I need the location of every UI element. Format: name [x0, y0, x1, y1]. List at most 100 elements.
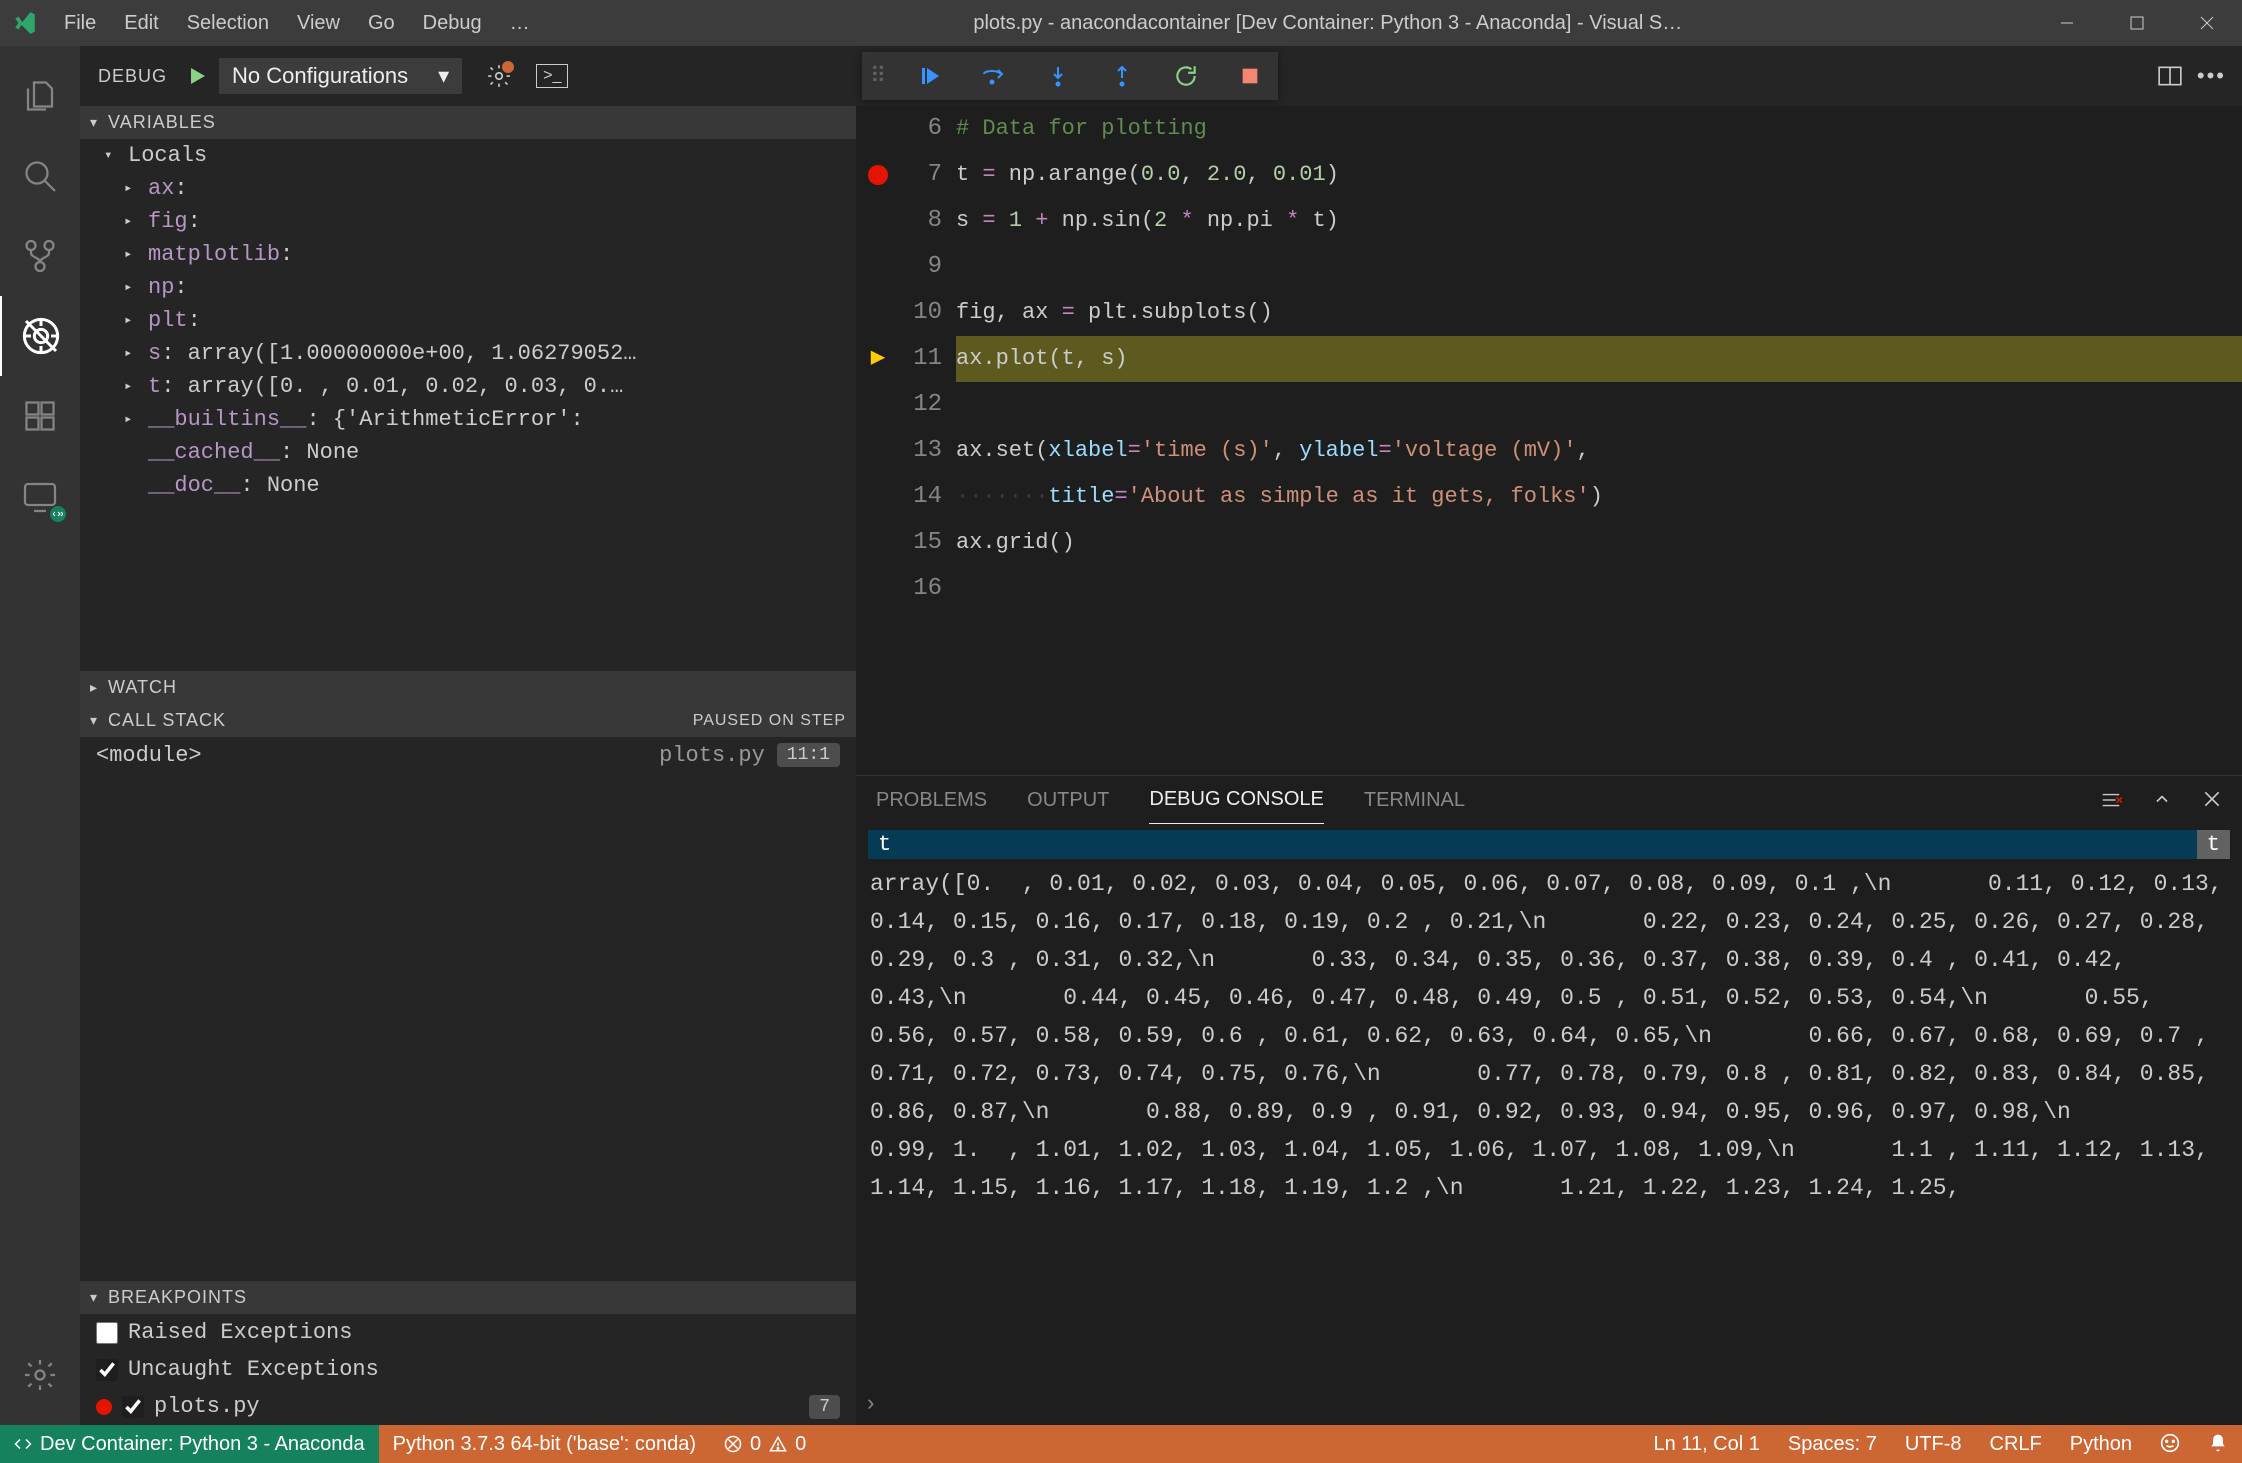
debug-console-prompt[interactable]: ›	[856, 1384, 2242, 1425]
variable-row[interactable]: ▸__builtins__: {'ArithmeticError':	[80, 403, 856, 436]
menu-go[interactable]: Go	[354, 0, 409, 46]
bp-checkbox[interactable]	[122, 1396, 144, 1418]
debug-controls: ⠿	[862, 52, 1278, 100]
stop-button[interactable]	[1230, 52, 1270, 100]
status-feedback-icon[interactable]	[2146, 1433, 2194, 1453]
variable-row[interactable]: ▸np:	[80, 271, 856, 304]
variables-section-header[interactable]: ▾VARIABLES	[80, 106, 856, 139]
split-editor-button[interactable]	[2157, 63, 2183, 89]
status-eol-label: CRLF	[1990, 1433, 2042, 1456]
callstack-frame-file: plots.py	[659, 743, 765, 768]
locals-scope[interactable]: ▾Locals	[80, 139, 856, 172]
restart-button[interactable]	[1166, 52, 1206, 100]
drag-grip-icon[interactable]: ⠿	[870, 63, 886, 89]
step-over-button[interactable]	[974, 52, 1014, 100]
explorer-tab[interactable]	[0, 56, 80, 136]
step-into-button[interactable]	[1038, 52, 1078, 100]
variable-row[interactable]: __doc__: None	[80, 469, 856, 502]
debug-console-badge: t	[2197, 830, 2230, 859]
tab-terminal[interactable]: TERMINAL	[1364, 777, 1465, 824]
continue-button[interactable]	[910, 52, 950, 100]
status-position-label: Ln 11, Col 1	[1654, 1433, 1760, 1456]
menu-edit[interactable]: Edit	[110, 0, 172, 46]
close-button[interactable]	[2172, 0, 2242, 46]
watch-section-header[interactable]: ▸WATCH	[80, 671, 856, 704]
activity-bar	[0, 46, 80, 1425]
bp-uncaught-exceptions[interactable]: Uncaught Exceptions	[80, 1351, 856, 1388]
bp-checkbox[interactable]	[96, 1359, 118, 1381]
debug-config-dropdown[interactable]: No Configurations ▾	[219, 58, 462, 94]
callstack-section-header[interactable]: ▾CALL STACK PAUSED ON STEP	[80, 704, 856, 737]
source-control-tab[interactable]	[0, 216, 80, 296]
step-out-button[interactable]	[1102, 52, 1142, 100]
more-actions-button[interactable]: •••	[2197, 63, 2226, 89]
search-tab[interactable]	[0, 136, 80, 216]
tab-problems[interactable]: PROBLEMS	[876, 777, 987, 824]
bp-label: Uncaught Exceptions	[128, 1357, 379, 1382]
status-warnings: 0	[795, 1433, 806, 1456]
debug-settings-button[interactable]	[486, 63, 512, 89]
variable-row[interactable]: ▸plt:	[80, 304, 856, 337]
menu-view[interactable]: View	[283, 0, 354, 46]
callstack-status: PAUSED ON STEP	[693, 712, 846, 730]
variable-row[interactable]: ▸fig:	[80, 205, 856, 238]
status-encoding[interactable]: UTF-8	[1891, 1433, 1976, 1456]
watch-title: WATCH	[108, 677, 177, 698]
settings-gear-icon[interactable]	[0, 1335, 80, 1415]
debug-label: DEBUG	[90, 66, 175, 87]
status-python-label: Python 3.7.3 64-bit ('base': conda)	[393, 1433, 696, 1456]
variable-row[interactable]: ▸s: array([1.00000000e+00, 1.06279052…	[80, 337, 856, 370]
status-errors: 0	[750, 1433, 761, 1456]
variable-row[interactable]: ▸t: array([0. , 0.01, 0.02, 0.03, 0.…	[80, 370, 856, 403]
menu-bar: File Edit Selection View Go Debug …	[50, 0, 544, 46]
menu-selection[interactable]: Selection	[173, 0, 283, 46]
bp-file[interactable]: plots.py 7	[80, 1388, 856, 1425]
code-editor[interactable]: ▶ 678910111213141516 # Data for plotting…	[856, 106, 2242, 775]
breakpoint-dot-icon[interactable]	[868, 165, 888, 185]
breakpoints-title: BREAKPOINTS	[108, 1287, 247, 1308]
variable-row[interactable]: ▸matplotlib:	[80, 238, 856, 271]
status-bar: Dev Container: Python 3 - Anaconda Pytho…	[0, 1425, 2242, 1463]
minimize-button[interactable]	[2032, 0, 2102, 46]
variables-body: ▾Locals ▸ax: ▸fig: ▸matplotlib: ▸np: ▸pl…	[80, 139, 856, 671]
extensions-tab[interactable]	[0, 376, 80, 456]
tab-output[interactable]: OUTPUT	[1027, 777, 1109, 824]
maximize-button[interactable]	[2102, 0, 2172, 46]
title-bar: File Edit Selection View Go Debug … plot…	[0, 0, 2242, 46]
tab-debug-console[interactable]: DEBUG CONSOLE	[1149, 776, 1323, 824]
status-remote[interactable]: Dev Container: Python 3 - Anaconda	[0, 1425, 379, 1463]
breakpoint-dot-icon	[96, 1399, 112, 1415]
bp-checkbox[interactable]	[96, 1322, 118, 1344]
status-python[interactable]: Python 3.7.3 64-bit ('base': conda)	[379, 1425, 710, 1463]
bp-label: Raised Exceptions	[128, 1320, 352, 1345]
start-debug-button[interactable]	[185, 64, 209, 88]
status-language-label: Python	[2070, 1433, 2132, 1456]
panel-tabs: PROBLEMS OUTPUT DEBUG CONSOLE TERMINAL	[856, 776, 2242, 824]
menu-debug[interactable]: Debug	[409, 0, 496, 46]
debug-console-toggle-icon[interactable]: >_	[536, 64, 568, 88]
bp-raised-exceptions[interactable]: Raised Exceptions	[80, 1314, 856, 1351]
variable-row[interactable]: __cached__: None	[80, 436, 856, 469]
debug-console: t t array([0. , 0.01, 0.02, 0.03, 0.04, …	[856, 824, 2242, 1384]
panel-close-button[interactable]	[2202, 789, 2222, 811]
status-encoding-label: UTF-8	[1905, 1433, 1962, 1456]
remote-explorer-tab[interactable]	[0, 456, 80, 536]
menu-more[interactable]: …	[496, 0, 544, 46]
menu-file[interactable]: File	[50, 0, 110, 46]
breakpoints-section-header[interactable]: ▾BREAKPOINTS	[80, 1281, 856, 1314]
status-spaces[interactable]: Spaces: 7	[1774, 1433, 1891, 1456]
callstack-frame[interactable]: <module> plots.py 11:1	[80, 737, 856, 1281]
debug-console-input-echo: t t	[868, 830, 2230, 859]
callstack-frame-pos: 11:1	[777, 743, 840, 767]
debug-tab[interactable]	[0, 296, 80, 376]
status-language[interactable]: Python	[2056, 1433, 2146, 1456]
status-bell-icon[interactable]	[2194, 1433, 2242, 1453]
status-eol[interactable]: CRLF	[1976, 1433, 2056, 1456]
panel-maximize-button[interactable]	[2152, 789, 2172, 811]
clear-console-button[interactable]	[2100, 789, 2122, 811]
status-position[interactable]: Ln 11, Col 1	[1640, 1433, 1774, 1456]
status-problems[interactable]: 0 0	[710, 1425, 820, 1463]
callstack-title: CALL STACK	[108, 710, 226, 731]
variable-row[interactable]: ▸ax:	[80, 172, 856, 205]
locals-label: Locals	[128, 143, 207, 168]
